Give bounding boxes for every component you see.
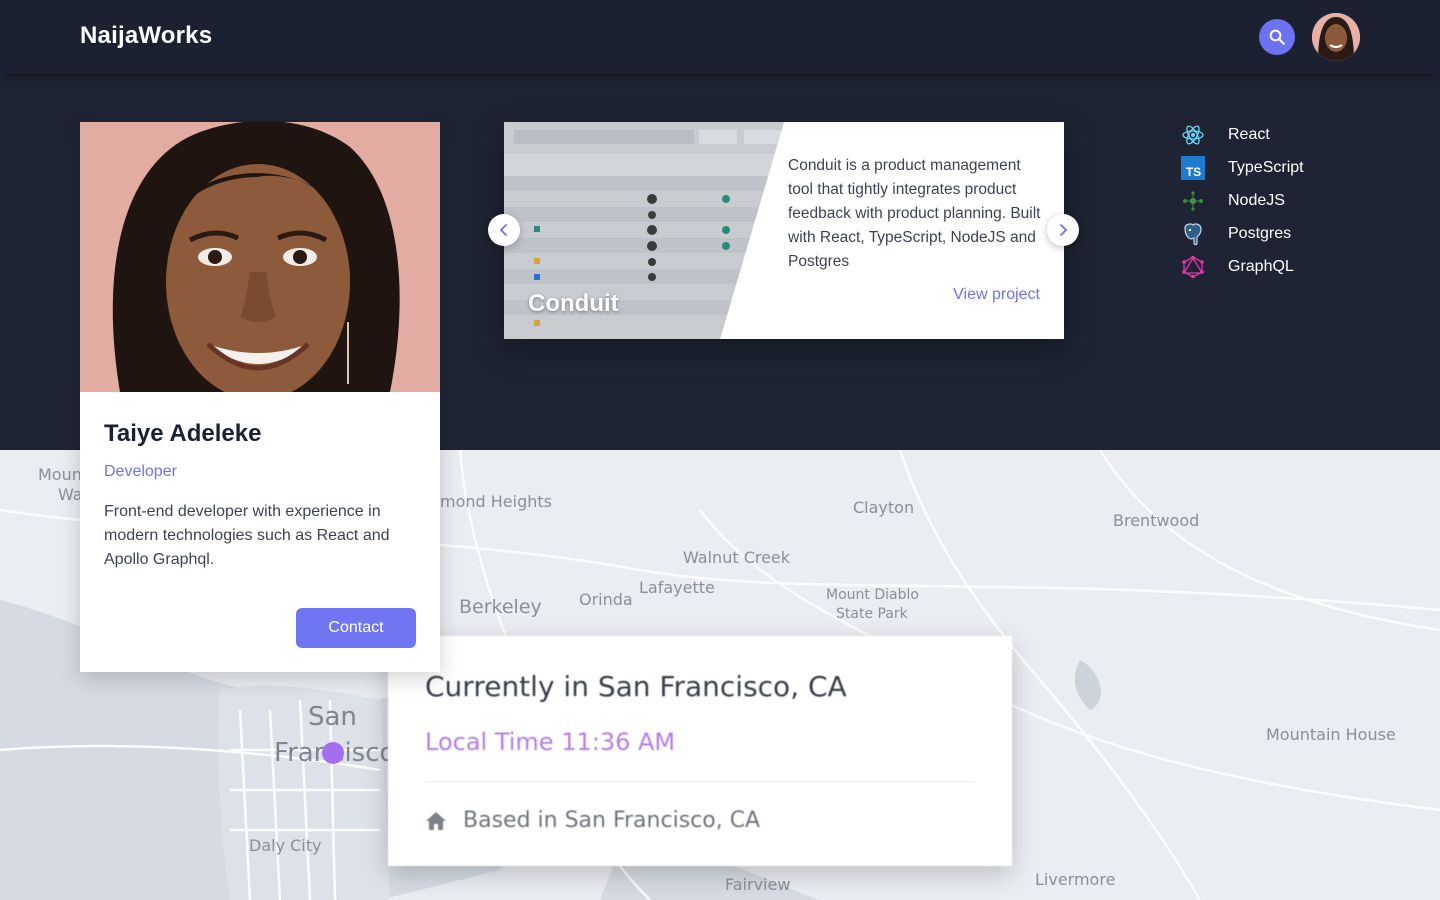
map-label: Mountain House — [1266, 725, 1396, 744]
search-icon — [1269, 29, 1285, 45]
map-label: Livermore — [1035, 870, 1116, 889]
divider — [425, 781, 975, 782]
tech-stack-list: React TS TypeScript NodeJS Postgres Grap… — [1180, 118, 1304, 283]
map-label: mond Heights — [440, 492, 552, 511]
map-label: Lafayette — [639, 578, 715, 597]
profile-portrait — [80, 122, 440, 392]
profile-role: Developer — [104, 463, 177, 480]
contact-button[interactable]: Contact — [296, 608, 416, 648]
map-label: Berkeley — [459, 596, 542, 618]
based-location: Based in San Francisco, CA — [425, 808, 760, 833]
project-card: Conduit Conduit is a product management … — [504, 122, 1064, 339]
map-label: Clayton — [853, 498, 915, 517]
profile-bio: Front-end developer with experience in m… — [104, 503, 390, 568]
project-description: Conduit is a product management tool tha… — [788, 157, 1041, 270]
tech-label: GraphQL — [1228, 257, 1294, 275]
project-title: Conduit — [528, 290, 619, 317]
react-icon — [1180, 122, 1206, 148]
typescript-icon: TS — [1180, 155, 1206, 181]
map-label: Fairview — [725, 875, 791, 894]
local-time-value: 11:36 AM — [561, 728, 676, 756]
location-card: Currently in San Francisco, CA Local Tim… — [388, 636, 1012, 866]
profile-photo — [80, 122, 440, 392]
tech-label: Postgres — [1228, 224, 1292, 242]
based-location-text: Based in San Francisco, CA — [463, 808, 761, 833]
map-label: Orinda — [579, 590, 633, 609]
map-label: Brentwood — [1113, 511, 1200, 530]
graphql-icon — [1180, 254, 1206, 280]
top-navbar: NaijaWorks — [0, 0, 1440, 74]
current-location-title: Currently in San Francisco, CA — [425, 670, 847, 703]
local-time: Local Time 11:36 AM — [425, 728, 675, 756]
tech-item-typescript: TS TypeScript — [1180, 151, 1304, 184]
chevron-right-icon — [1060, 224, 1068, 236]
carousel-prev-button[interactable] — [488, 214, 520, 246]
user-avatar[interactable] — [1312, 13, 1360, 61]
search-button[interactable] — [1259, 19, 1295, 55]
map-label: Wa — [58, 485, 83, 504]
profile-card: Taiye Adeleke Developer Front-end develo… — [80, 122, 440, 672]
tech-item-nodejs: NodeJS — [1180, 184, 1304, 217]
map-label: San — [308, 702, 357, 732]
avatar-photo — [1312, 13, 1360, 61]
nodejs-icon — [1180, 188, 1206, 214]
tech-label: TypeScript — [1228, 158, 1304, 176]
map-label: Mount Diablo — [826, 587, 919, 603]
tech-label: NodeJS — [1228, 191, 1285, 209]
tech-item-react: React — [1180, 118, 1304, 151]
chevron-left-icon — [499, 224, 507, 236]
brand-logo-text[interactable]: NaijaWorks — [80, 22, 212, 50]
carousel-next-button[interactable] — [1047, 214, 1079, 246]
postgres-icon — [1180, 221, 1206, 247]
tech-item-postgres: Postgres — [1180, 217, 1304, 250]
map-label: Daly City — [249, 836, 322, 855]
location-pin-icon[interactable] — [322, 742, 344, 764]
tech-item-graphql: GraphQL — [1180, 250, 1304, 283]
local-time-prefix: Local Time — [425, 728, 554, 756]
home-icon — [426, 811, 446, 830]
view-project-link[interactable]: View project — [953, 286, 1040, 304]
map-label: Walnut Creek — [683, 548, 791, 567]
map-label: State Park — [836, 606, 908, 622]
tech-label: React — [1228, 125, 1270, 143]
svg-text:TS: TS — [1186, 165, 1201, 179]
profile-name: Taiye Adeleke — [104, 420, 262, 447]
